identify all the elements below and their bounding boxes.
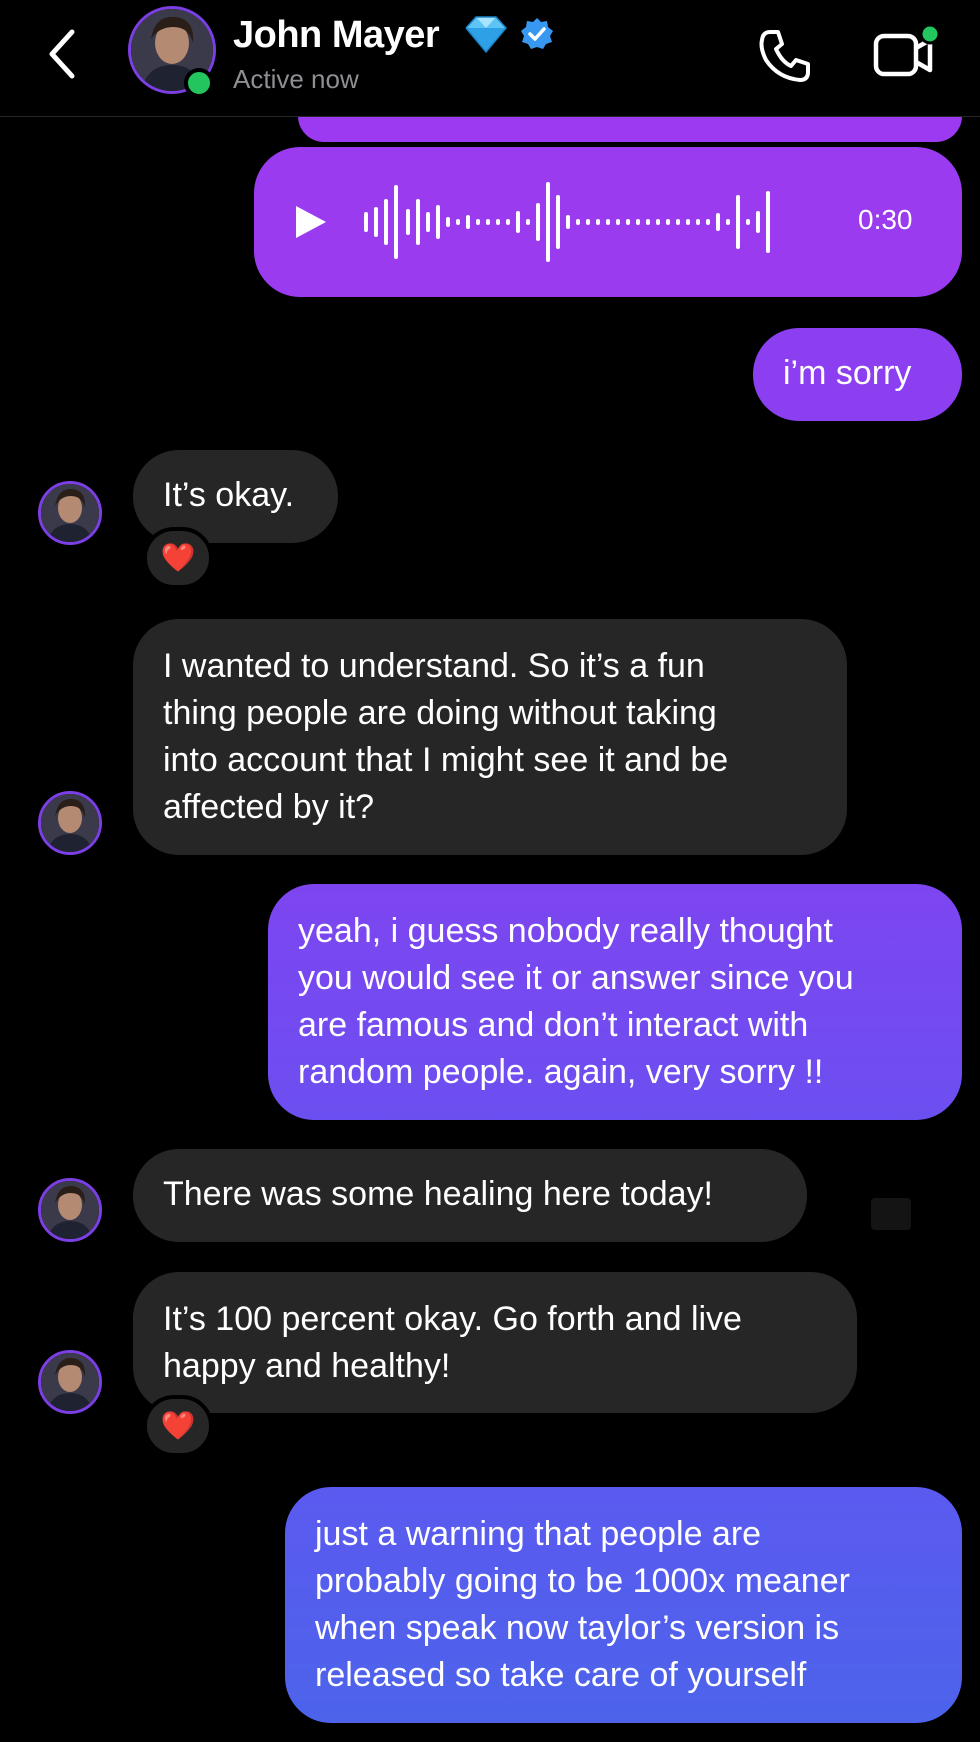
active-status: Active now <box>233 64 359 94</box>
heart-icon: ❤️ <box>160 542 196 573</box>
heart-reaction[interactable]: ❤️ <box>143 527 213 589</box>
incoming-message[interactable]: There was some healing here today! <box>133 1149 807 1242</box>
verified-badge-icon <box>521 18 553 49</box>
video-call-icon[interactable] <box>870 20 942 84</box>
outgoing-message[interactable]: yeah, i guess nobody really thought you … <box>268 884 962 1120</box>
sender-avatar[interactable] <box>38 1178 102 1242</box>
play-icon[interactable] <box>292 202 330 242</box>
diamond-icon <box>465 16 507 54</box>
outgoing-message[interactable]: just a warning that people are probably … <box>285 1487 962 1723</box>
voice-message: 0:30 <box>254 147 962 297</box>
phone-icon[interactable] <box>756 26 814 84</box>
back-chevron-icon[interactable] <box>42 24 82 84</box>
heart-reaction[interactable]: ❤️ <box>143 1395 213 1457</box>
outgoing-message[interactable]: i’m sorry <box>753 328 962 421</box>
voice-duration: 0:30 <box>858 204 913 235</box>
chat-header: John Mayer Active now <box>0 0 980 117</box>
sender-avatar[interactable] <box>38 791 102 855</box>
contact-name[interactable]: John Mayer <box>233 14 440 57</box>
incoming-message[interactable]: I wanted to understand. So it’s a fun th… <box>133 619 847 855</box>
sender-avatar[interactable] <box>38 1350 102 1414</box>
waveform[interactable] <box>364 177 824 267</box>
online-indicator <box>184 68 214 98</box>
heart-icon: ❤️ <box>160 1410 196 1441</box>
sender-avatar[interactable] <box>38 481 102 545</box>
incoming-message[interactable]: It’s 100 percent okay. Go forth and live… <box>133 1272 857 1413</box>
message-action-placeholder <box>871 1198 911 1230</box>
